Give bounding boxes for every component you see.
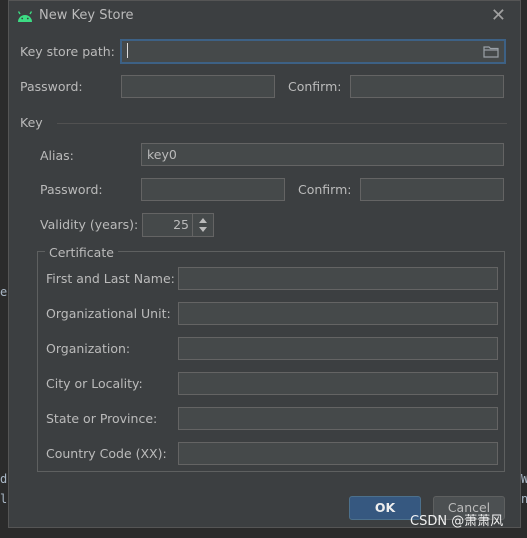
key-store-path-label: Key store path: xyxy=(20,44,115,59)
text-cursor xyxy=(127,43,128,58)
organizational-unit-input[interactable] xyxy=(178,302,498,325)
alias-label: Alias: xyxy=(40,148,74,163)
city-locality-input[interactable] xyxy=(178,372,498,395)
background-editor-left xyxy=(0,0,8,538)
first-last-name-input[interactable] xyxy=(178,267,498,290)
key-store-path-input[interactable] xyxy=(120,39,506,64)
key-section-label: Key xyxy=(20,115,43,130)
validity-label: Validity (years): xyxy=(40,217,139,232)
first-last-name-label: First and Last Name: xyxy=(46,271,175,286)
city-locality-label: City or Locality: xyxy=(46,376,143,391)
country-code-label: Country Code (XX): xyxy=(46,446,167,461)
key-section-separator xyxy=(57,123,507,124)
background-text: n xyxy=(521,492,527,506)
background-text: l xyxy=(0,492,8,506)
watermark: CSDN @萧萧风 xyxy=(410,514,504,529)
background-text: e xyxy=(0,285,8,299)
keystore-password-input[interactable] xyxy=(121,75,275,98)
keystore-confirm-label: Confirm: xyxy=(288,79,342,94)
keystore-confirm-input[interactable] xyxy=(350,75,504,98)
folder-icon[interactable] xyxy=(483,45,499,58)
validity-stepper-buttons[interactable] xyxy=(192,214,213,236)
organization-input[interactable] xyxy=(178,337,498,360)
key-password-label: Password: xyxy=(40,182,103,197)
increment-icon[interactable] xyxy=(199,218,207,223)
certificate-section-label: Certificate xyxy=(45,245,118,260)
title-bar: New Key Store ✕ xyxy=(9,1,520,31)
state-province-input[interactable] xyxy=(178,407,498,430)
key-confirm-label: Confirm: xyxy=(298,182,352,197)
keystore-password-label: Password: xyxy=(20,79,83,94)
close-icon[interactable]: ✕ xyxy=(491,7,506,25)
android-icon xyxy=(17,11,33,22)
background-text: W xyxy=(521,472,527,486)
key-confirm-input[interactable] xyxy=(360,178,504,201)
dialog-title: New Key Store xyxy=(39,8,134,23)
decrement-icon[interactable] xyxy=(199,227,207,232)
validity-value: 25 xyxy=(173,217,189,232)
country-code-input[interactable] xyxy=(178,442,498,465)
new-key-store-dialog: New Key Store ✕ Key store path: Password… xyxy=(8,0,521,528)
key-password-input[interactable] xyxy=(141,178,285,201)
validity-spinner[interactable]: 25 xyxy=(142,213,214,237)
background-text: d xyxy=(0,472,8,486)
organizational-unit-label: Organizational Unit: xyxy=(46,306,171,321)
state-province-label: State or Province: xyxy=(46,411,158,426)
background-editor-right xyxy=(521,0,527,538)
alias-input[interactable] xyxy=(141,143,504,166)
organization-label: Organization: xyxy=(46,341,131,356)
